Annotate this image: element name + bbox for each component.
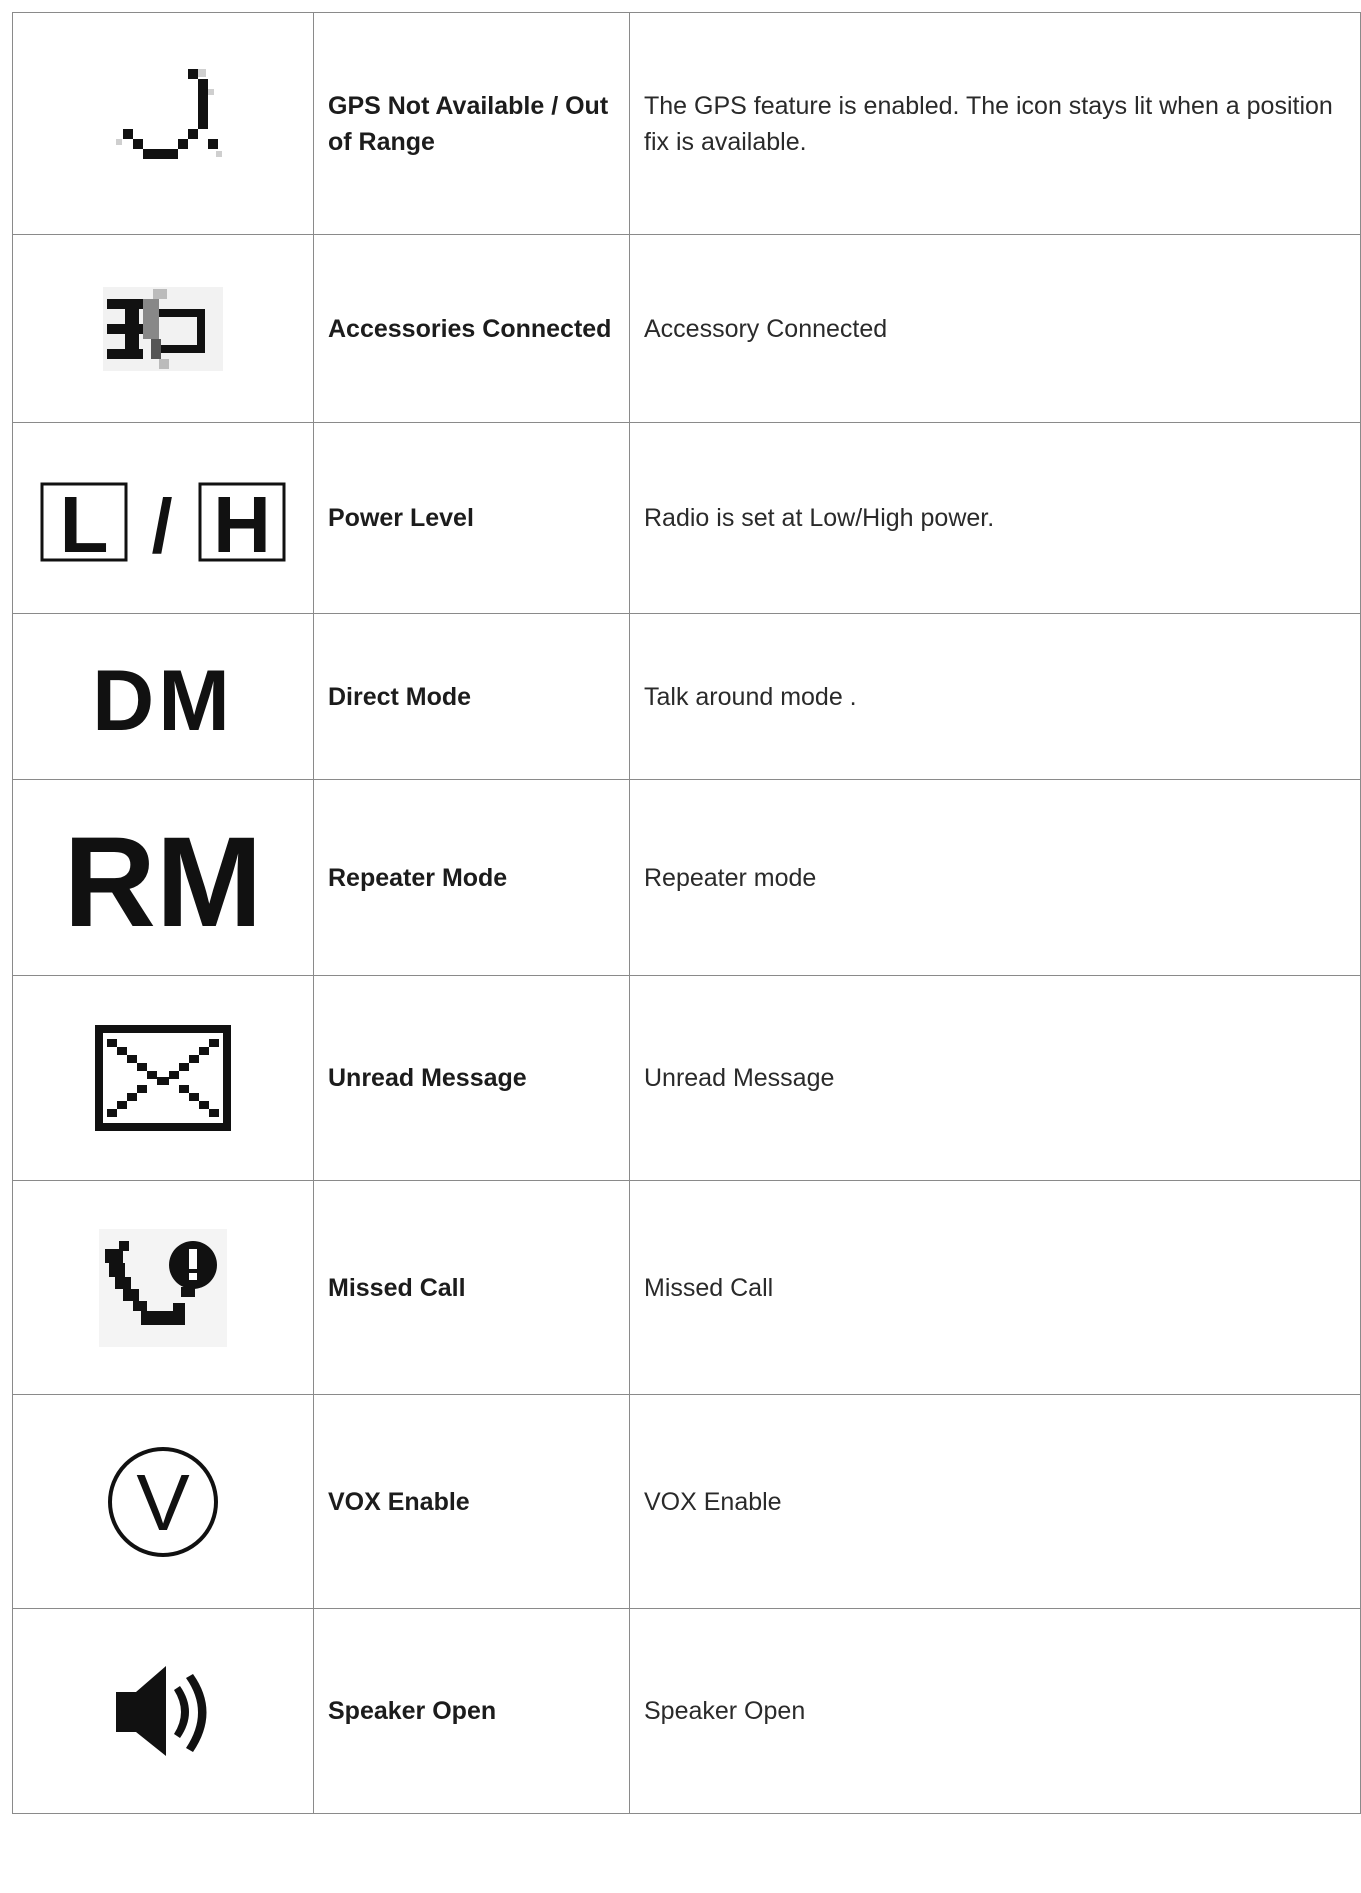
table-row: V VOX Enable VOX Enable bbox=[12, 1394, 1361, 1609]
row-name: Repeater Mode bbox=[313, 779, 630, 976]
table-row: Unread Message Unread Message bbox=[12, 975, 1361, 1181]
vox-icon: V bbox=[103, 1442, 223, 1562]
envelope-icon bbox=[93, 1023, 233, 1133]
icon-cell: DM bbox=[12, 613, 314, 780]
repeater-mode-icon: RM bbox=[48, 818, 278, 938]
row-name: Speaker Open bbox=[313, 1608, 630, 1814]
row-name: Direct Mode bbox=[313, 613, 630, 780]
icon-cell bbox=[12, 1180, 314, 1395]
table-row: Missed Call Missed Call bbox=[12, 1180, 1361, 1395]
row-name: Accessories Connected bbox=[313, 234, 630, 423]
table-row: GPS Not Available / Out of Range The GPS… bbox=[12, 12, 1361, 235]
direct-mode-glyph: DM bbox=[92, 653, 234, 742]
icon-cell bbox=[12, 234, 314, 423]
icon-cell bbox=[12, 12, 314, 235]
row-description: Speaker Open bbox=[629, 1608, 1361, 1814]
row-description: Missed Call bbox=[629, 1180, 1361, 1395]
row-description: Accessory Connected bbox=[629, 234, 1361, 423]
table-row: Speaker Open Speaker Open bbox=[12, 1608, 1361, 1814]
table-row: DM Direct Mode Talk around mode . bbox=[12, 613, 1361, 780]
table-row: Accessories Connected Accessory Connecte… bbox=[12, 234, 1361, 423]
row-description: Radio is set at Low/High power. bbox=[629, 422, 1361, 614]
row-description: Unread Message bbox=[629, 975, 1361, 1181]
gps-icon bbox=[98, 59, 228, 189]
row-description: Repeater mode bbox=[629, 779, 1361, 976]
icon-cell: L / H bbox=[12, 422, 314, 614]
icon-cell: RM bbox=[12, 779, 314, 976]
row-name: Unread Message bbox=[313, 975, 630, 1181]
direct-mode-icon: DM bbox=[78, 652, 248, 742]
table-row: RM Repeater Mode Repeater mode bbox=[12, 779, 1361, 976]
power-level-icon: L / H bbox=[38, 468, 288, 568]
row-name: Power Level bbox=[313, 422, 630, 614]
row-description: VOX Enable bbox=[629, 1394, 1361, 1609]
row-name: GPS Not Available / Out of Range bbox=[313, 12, 630, 235]
icon-cell bbox=[12, 975, 314, 1181]
power-separator-glyph: / bbox=[151, 484, 172, 568]
row-name: VOX Enable bbox=[313, 1394, 630, 1609]
power-high-glyph: H bbox=[213, 480, 271, 568]
repeater-mode-glyph: RM bbox=[63, 818, 262, 938]
power-low-glyph: L bbox=[60, 480, 109, 568]
status-icon-table: GPS Not Available / Out of Range The GPS… bbox=[12, 12, 1361, 1814]
accessory-icon bbox=[93, 279, 233, 379]
missed-call-icon bbox=[93, 1223, 233, 1353]
row-description: The GPS feature is enabled. The icon sta… bbox=[629, 12, 1361, 235]
vox-glyph: V bbox=[136, 1458, 190, 1547]
speaker-icon bbox=[108, 1656, 218, 1766]
table-row: L / H Power Level Radio is set at Low/Hi… bbox=[12, 422, 1361, 614]
icon-cell bbox=[12, 1608, 314, 1814]
row-description: Talk around mode . bbox=[629, 613, 1361, 780]
icon-cell: V bbox=[12, 1394, 314, 1609]
row-name: Missed Call bbox=[313, 1180, 630, 1395]
